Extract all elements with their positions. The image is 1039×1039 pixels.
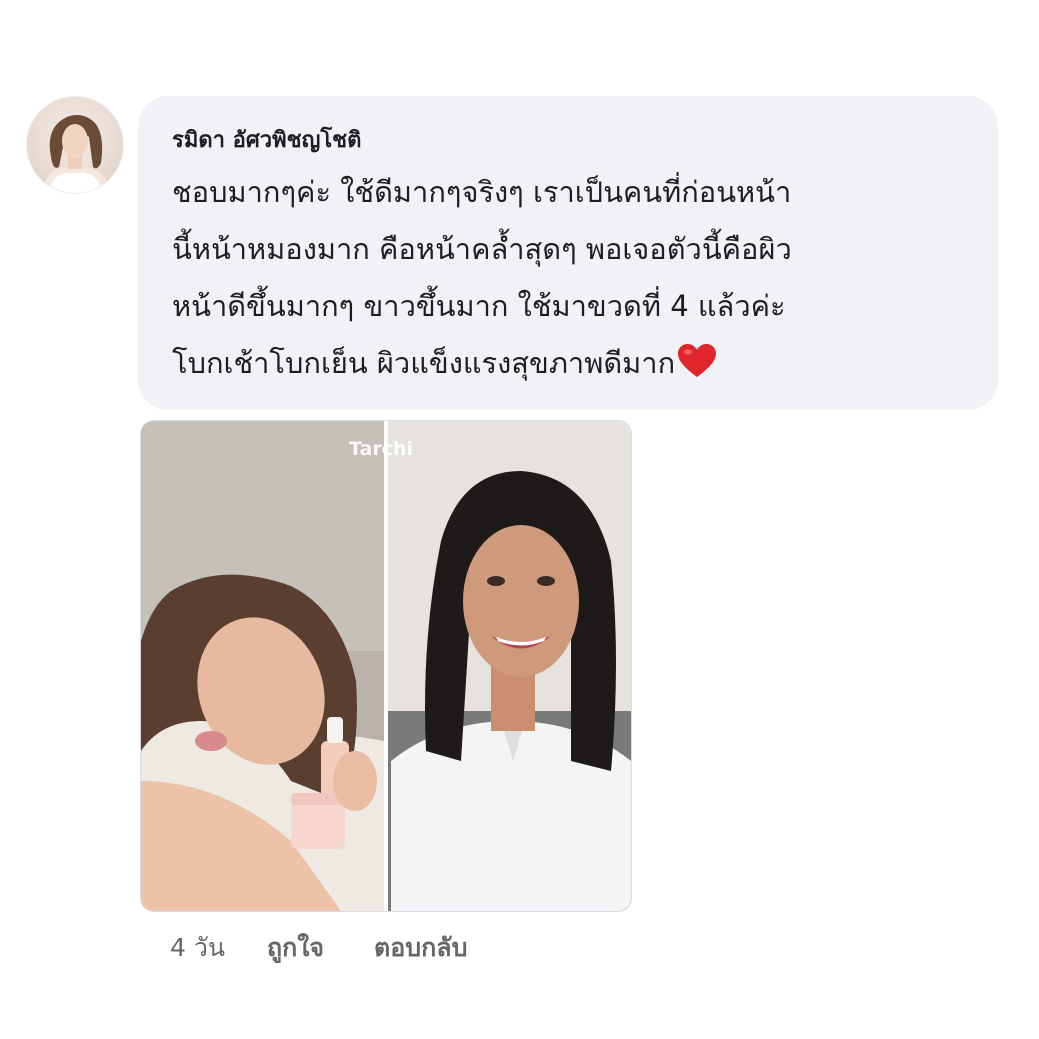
commenter-avatar[interactable] (26, 96, 124, 194)
comment-text-line: ชอบมากๆค่ะ ใช้ดีมากๆจริงๆ เราเป็นคนที่ก่… (172, 175, 792, 209)
attached-photo[interactable]: Tarchi (140, 420, 632, 912)
heart-icon (677, 341, 717, 398)
reply-button[interactable]: ตอบกลับ (374, 928, 467, 968)
comment-author-name[interactable]: รมิดา อัศวพิชญโชติ (172, 122, 361, 157)
comment-text-line: โบกเช้าโบกเย็น ผิวแข็งแรงสุขภาพดีมาก (172, 346, 676, 380)
comment-text-line: หน้าดีขึ้นมากๆ ขาวขึ้นมาก ใช้มาขวดที่ 4 … (172, 289, 786, 323)
comment-age[interactable]: 4 วัน (170, 928, 225, 968)
comment-text-line-last: โบกเช้าโบกเย็น ผิวแข็งแรงสุขภาพดีมาก (172, 335, 792, 398)
comment-actions: 4 วัน ถูกใจ ตอบกลับ (170, 928, 467, 968)
avatar-portrait (41, 115, 111, 193)
like-button[interactable]: ถูกใจ (267, 928, 324, 968)
photo-watermark: Tarchi (349, 438, 413, 460)
comment-text-line: นี้หน้าหมองมาก คือหน้าคล้ำสุดๆ พอเจอตัวน… (172, 232, 792, 266)
comment-text: ชอบมากๆค่ะ ใช้ดีมากๆจริงๆ เราเป็นคนที่ก่… (172, 164, 792, 398)
